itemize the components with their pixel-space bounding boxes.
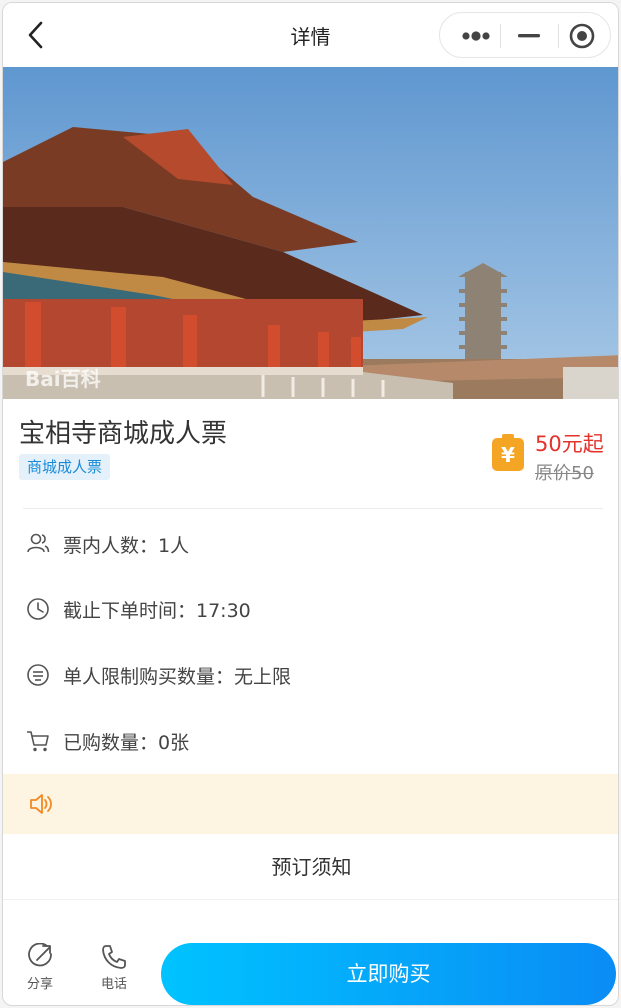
phone-icon bbox=[102, 945, 126, 969]
buy-now-button[interactable]: 立即购买 bbox=[161, 943, 616, 1005]
share-icon bbox=[28, 943, 52, 967]
watermark-text: Bai百科 bbox=[25, 367, 101, 391]
svg-text:¥: ¥ bbox=[501, 443, 515, 467]
navigation-bar: 详情 bbox=[3, 3, 618, 67]
info-row-people: 票内人数：1人 bbox=[25, 529, 189, 559]
close-app-button[interactable] bbox=[554, 13, 610, 57]
info-row-limit: 单人限制购买数量：无上限 bbox=[25, 660, 291, 690]
more-button[interactable] bbox=[446, 13, 502, 57]
divider bbox=[23, 508, 603, 509]
ticket-title: 宝相寺商城成人票 bbox=[19, 419, 228, 449]
ticket-tag: 商城成人票 bbox=[19, 454, 111, 480]
phone-label: 电话 bbox=[100, 977, 127, 992]
app-window: 详情 Bai百科 宝相寺商城成人票 商城成人票 ¥ 50元起 原价50 票内人数… bbox=[2, 2, 619, 1006]
info-purchased-text: 已购数量：0张 bbox=[63, 731, 190, 754]
more-dots-icon bbox=[462, 31, 490, 41]
booking-notice-tab[interactable]: 预订须知 bbox=[3, 834, 618, 900]
info-limit-text: 单人限制购买数量：无上限 bbox=[63, 665, 292, 688]
mini-program-capsule bbox=[439, 12, 611, 58]
notice-bar bbox=[3, 774, 618, 834]
hero-image: Bai百科 bbox=[3, 67, 618, 399]
temple-photo bbox=[3, 67, 618, 399]
price: 50元起 bbox=[535, 432, 604, 456]
target-close-icon bbox=[569, 23, 595, 49]
info-deadline-text: 截止下单时间：17:30 bbox=[63, 599, 251, 622]
clock-icon bbox=[27, 598, 49, 620]
divider bbox=[3, 899, 618, 900]
share-button[interactable]: 分享 bbox=[15, 943, 65, 992]
info-row-purchased: 已购数量：0张 bbox=[25, 726, 189, 756]
price-tag-icon: ¥ bbox=[492, 434, 524, 471]
share-label: 分享 bbox=[26, 977, 53, 992]
original-price: 原价50 bbox=[535, 463, 594, 484]
limit-icon bbox=[27, 664, 49, 686]
info-people-text: 票内人数：1人 bbox=[63, 534, 190, 557]
people-icon bbox=[27, 533, 50, 553]
minimize-icon bbox=[518, 34, 540, 38]
phone-button[interactable]: 电话 bbox=[89, 943, 139, 992]
speaker-icon bbox=[30, 794, 52, 814]
cart-icon bbox=[27, 731, 49, 752]
info-row-deadline: 截止下单时间：17:30 bbox=[25, 594, 251, 624]
minimize-button[interactable] bbox=[502, 13, 558, 57]
